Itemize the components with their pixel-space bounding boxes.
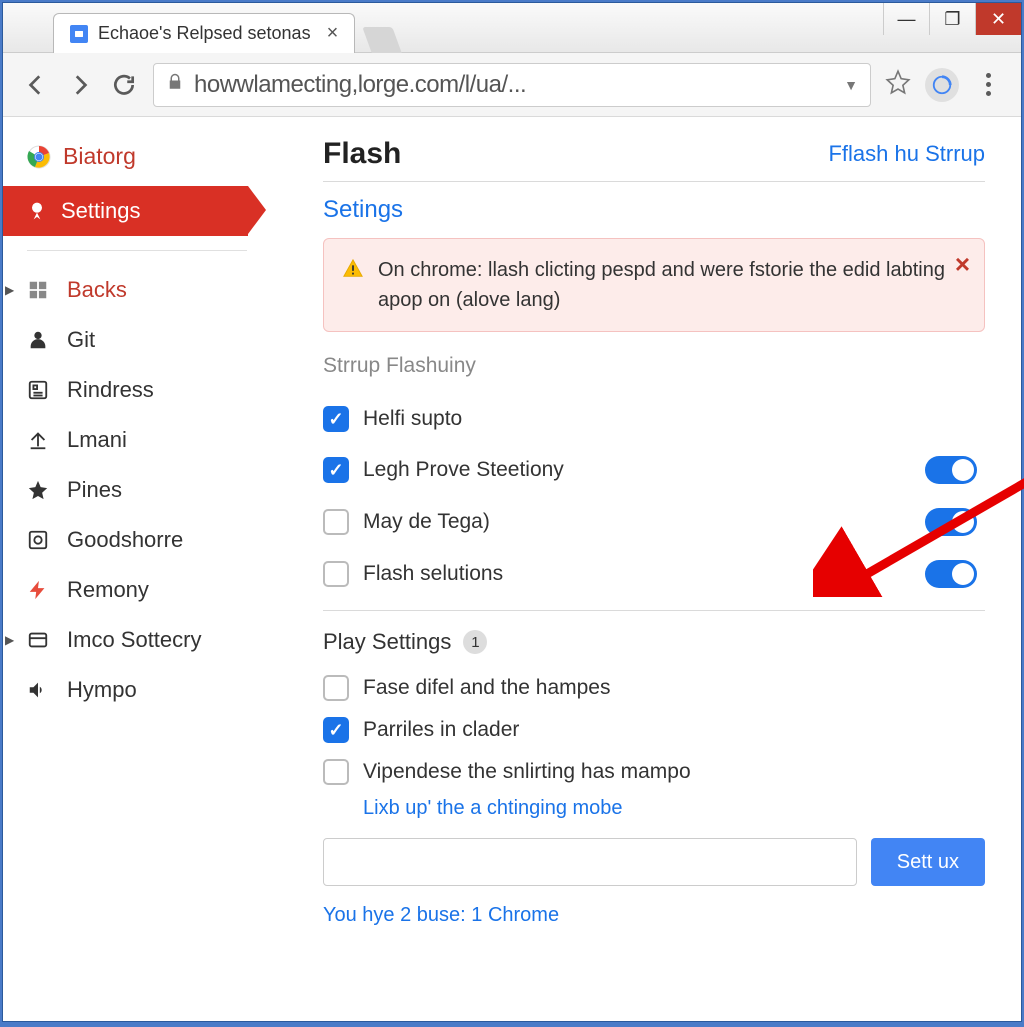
toggle-switch[interactable] — [925, 560, 977, 588]
checkbox[interactable] — [323, 509, 349, 535]
sidebar-item-label: Lmani — [67, 427, 127, 453]
option-row: Flash selutions — [323, 548, 985, 600]
titlebar: Echaoe's Relpsed setonas × — ❐ ✕ — [3, 3, 1021, 53]
main-content: Flash Fflash hu Strrup Setings On chrome… — [313, 117, 1021, 1021]
checkbox[interactable] — [323, 759, 349, 785]
bookmark-star-icon[interactable] — [885, 69, 911, 100]
page-title: Flash — [323, 137, 401, 171]
settings-text-input[interactable] — [323, 838, 857, 886]
option-label: Flash selutions — [363, 562, 503, 586]
option-label: Parriles in clader — [363, 718, 519, 742]
option-label: Fase difel and the hampes — [363, 676, 611, 700]
sidebar-item-remony[interactable]: Remony — [3, 565, 313, 615]
sidebar-icon — [27, 479, 49, 501]
sidebar-item-label: Remony — [67, 577, 149, 603]
extension-icon[interactable] — [925, 68, 959, 102]
sidebar-icon — [27, 579, 49, 601]
sidebar-icon — [27, 629, 49, 651]
toggle-switch[interactable] — [925, 456, 977, 484]
toggle-switch[interactable] — [925, 508, 977, 536]
settings-pin-icon — [27, 201, 47, 221]
sidebar-item-label: Goodshorre — [67, 527, 183, 553]
option-row: Parriles in clader — [323, 709, 985, 751]
sidebar-item-settings[interactable]: Settings — [3, 186, 248, 236]
tab-close-icon[interactable]: × — [327, 22, 339, 45]
submit-button[interactable]: Sett ux — [871, 838, 985, 886]
sidebar-icon — [27, 379, 49, 401]
option-row: Fase difel and the hampes — [323, 667, 985, 709]
checkbox[interactable] — [323, 457, 349, 483]
sidebar-header[interactable]: Biatorg — [3, 137, 313, 186]
close-window-button[interactable]: ✕ — [975, 3, 1021, 35]
checkbox[interactable] — [323, 561, 349, 587]
lock-icon — [166, 73, 184, 96]
sidebar-icon — [27, 329, 49, 351]
browser-tab[interactable]: Echaoe's Relpsed setonas × — [53, 13, 355, 53]
sidebar-header-label: Biatorg — [63, 143, 136, 170]
footer-status[interactable]: You hye 2 buse: 1 Chrome — [323, 904, 985, 927]
sidebar-item-hympo[interactable]: Hympo — [3, 665, 313, 715]
play-settings-title: Play Settings — [323, 629, 451, 655]
new-tab-button[interactable] — [363, 27, 402, 53]
sidebar-icon — [27, 679, 49, 701]
reload-button[interactable] — [109, 70, 139, 100]
alert-close-icon[interactable]: × — [955, 249, 970, 280]
option-row: May de Tega) — [323, 496, 985, 548]
maximize-button[interactable]: ❐ — [929, 3, 975, 35]
sidebar-icon — [27, 529, 49, 551]
sidebar-item-imco-sottecry[interactable]: ▶ Imco Sottecry — [3, 615, 313, 665]
sidebar-item-label: Pines — [67, 477, 122, 503]
option-row: Legh Prove Steetiony — [323, 444, 985, 496]
menu-button[interactable] — [973, 70, 1003, 100]
sidebar-item-label: Rindress — [67, 377, 154, 403]
toolbar: howwlamecting,lorge.com/l/ua/... ▼ — [3, 53, 1021, 117]
back-button[interactable] — [21, 70, 51, 100]
sidebar-item-label: Git — [67, 327, 95, 353]
checkbox[interactable] — [323, 717, 349, 743]
section-label: Strrup Flashuiny — [323, 354, 985, 378]
url-dropdown-icon[interactable]: ▼ — [844, 77, 858, 93]
option-label: May de Tega) — [363, 510, 490, 534]
url-bar[interactable]: howwlamecting,lorge.com/l/ua/... ▼ — [153, 63, 871, 107]
settings-link[interactable]: Lixb up' the a chtinging mobe — [363, 797, 985, 820]
minimize-button[interactable]: — — [883, 3, 929, 35]
tab-title: Echaoe's Relpsed setonas — [98, 23, 311, 44]
warning-alert: On chrome: llash clicting pespd and were… — [323, 238, 985, 332]
sidebar-item-label: Backs — [67, 277, 127, 303]
option-row: Vipendese the snlirting has mampo — [323, 751, 985, 793]
expand-icon: ▶ — [5, 283, 14, 297]
option-row: Helfi supto — [323, 394, 985, 444]
sidebar-icon — [27, 429, 49, 451]
sidebar-item-pines[interactable]: Pines — [3, 465, 313, 515]
sidebar-icon — [27, 279, 49, 301]
sidebar-item-label: Imco Sottecry — [67, 627, 201, 653]
divider — [323, 181, 985, 182]
url-text: howwlamecting,lorge.com/l/ua/... — [194, 71, 526, 99]
count-badge: 1 — [463, 630, 487, 654]
sidebar-item-rindress[interactable]: Rindress — [3, 365, 313, 415]
option-label: Helfi supto — [363, 407, 462, 431]
sidebar: Biatorg Settings ▶ Backs Git Rindress Lmani P… — [3, 117, 313, 1021]
checkbox[interactable] — [323, 675, 349, 701]
sidebar-item-goodshorre[interactable]: Goodshorre — [3, 515, 313, 565]
settings-subtitle: Setings — [323, 196, 985, 224]
tab-favicon-icon — [70, 25, 88, 43]
sidebar-item-backs[interactable]: ▶ Backs — [3, 265, 313, 315]
divider — [27, 250, 247, 251]
option-label: Legh Prove Steetiony — [363, 458, 564, 482]
sidebar-item-lmani[interactable]: Lmani — [3, 415, 313, 465]
option-label: Vipendese the snlirting has mampo — [363, 760, 691, 784]
divider — [323, 610, 985, 611]
sidebar-active-label: Settings — [61, 198, 141, 224]
alert-text: On chrome: llash clicting pespd and were… — [378, 255, 966, 315]
chrome-logo-icon — [27, 145, 51, 169]
warning-icon — [342, 258, 364, 280]
sidebar-item-label: Hympo — [67, 677, 137, 703]
forward-button[interactable] — [65, 70, 95, 100]
page-title-action[interactable]: Fflash hu Strrup — [828, 141, 985, 167]
checkbox[interactable] — [323, 406, 349, 432]
sidebar-item-git[interactable]: Git — [3, 315, 313, 365]
expand-icon: ▶ — [5, 633, 14, 647]
